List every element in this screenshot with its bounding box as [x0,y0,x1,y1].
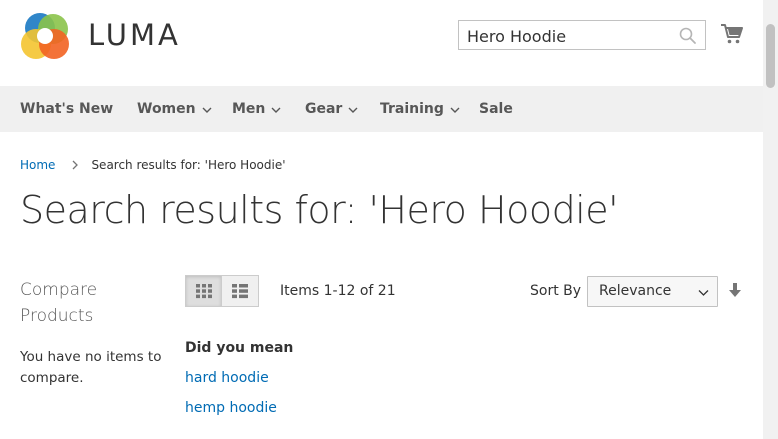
suggestion-link[interactable]: hard hoodie [185,370,269,386]
nav-item-label: Men [232,101,266,117]
nav-item-label: Training [380,101,444,117]
chevron-right-icon [72,160,79,170]
suggestion-link[interactable]: hemp hoodie [185,400,277,416]
chevron-down-icon [271,107,281,113]
nav-item-label: What's New [20,101,114,117]
breadcrumb-current: Search results for: 'Hero Hoodie' [91,158,286,172]
logo-text[interactable]: LUMA [88,18,181,52]
main-nav: What's New Women Men Gear Training Sale [0,86,763,132]
breadcrumb: Home Search results for: 'Hero Hoodie' [20,158,286,172]
nav-item-label: Sale [479,101,513,117]
cart-icon[interactable] [720,22,744,46]
sort-by-value: Relevance [599,283,672,299]
site-header: LUMA [0,0,763,86]
search-icon[interactable] [679,27,697,45]
chevron-down-icon [202,107,212,113]
nav-item-sale[interactable]: Sale [479,86,513,132]
nav-item-women[interactable]: Women [137,86,212,132]
luma-logo-icon[interactable] [20,12,72,62]
nav-item-label: Women [137,101,196,117]
nav-item-whats-new[interactable]: What's New [20,86,113,132]
sort-by-label: Sort By [530,283,582,299]
nav-item-label: Gear [305,101,343,117]
sort-direction-arrow-icon[interactable] [728,282,742,298]
chevron-down-icon [698,290,709,296]
items-count: Items 1-12 of 21 [280,283,396,299]
scrollbar-thumb[interactable] [766,24,775,88]
nav-item-training[interactable]: Training [380,86,460,132]
nav-item-gear[interactable]: Gear [305,86,358,132]
page-title: Search results for: 'Hero Hoodie' [20,188,619,232]
vertical-scrollbar[interactable] [763,0,778,439]
view-mode-switcher [185,275,259,307]
sort-by-select[interactable]: Relevance [587,276,718,307]
list-icon [232,284,248,299]
did-you-mean-title: Did you mean [185,340,294,356]
list-view-button[interactable] [222,275,259,307]
grid-view-button[interactable] [185,275,222,307]
compare-empty-message: You have no items to compare. [20,349,162,386]
compare-products-title: Compare Products [20,280,98,326]
grid-icon [195,284,212,299]
chevron-down-icon [450,107,460,113]
breadcrumb-home-link[interactable]: Home [20,158,55,172]
chevron-down-icon [348,107,358,113]
search-box [458,20,706,50]
nav-item-men[interactable]: Men [232,86,281,132]
search-input[interactable] [467,26,667,46]
